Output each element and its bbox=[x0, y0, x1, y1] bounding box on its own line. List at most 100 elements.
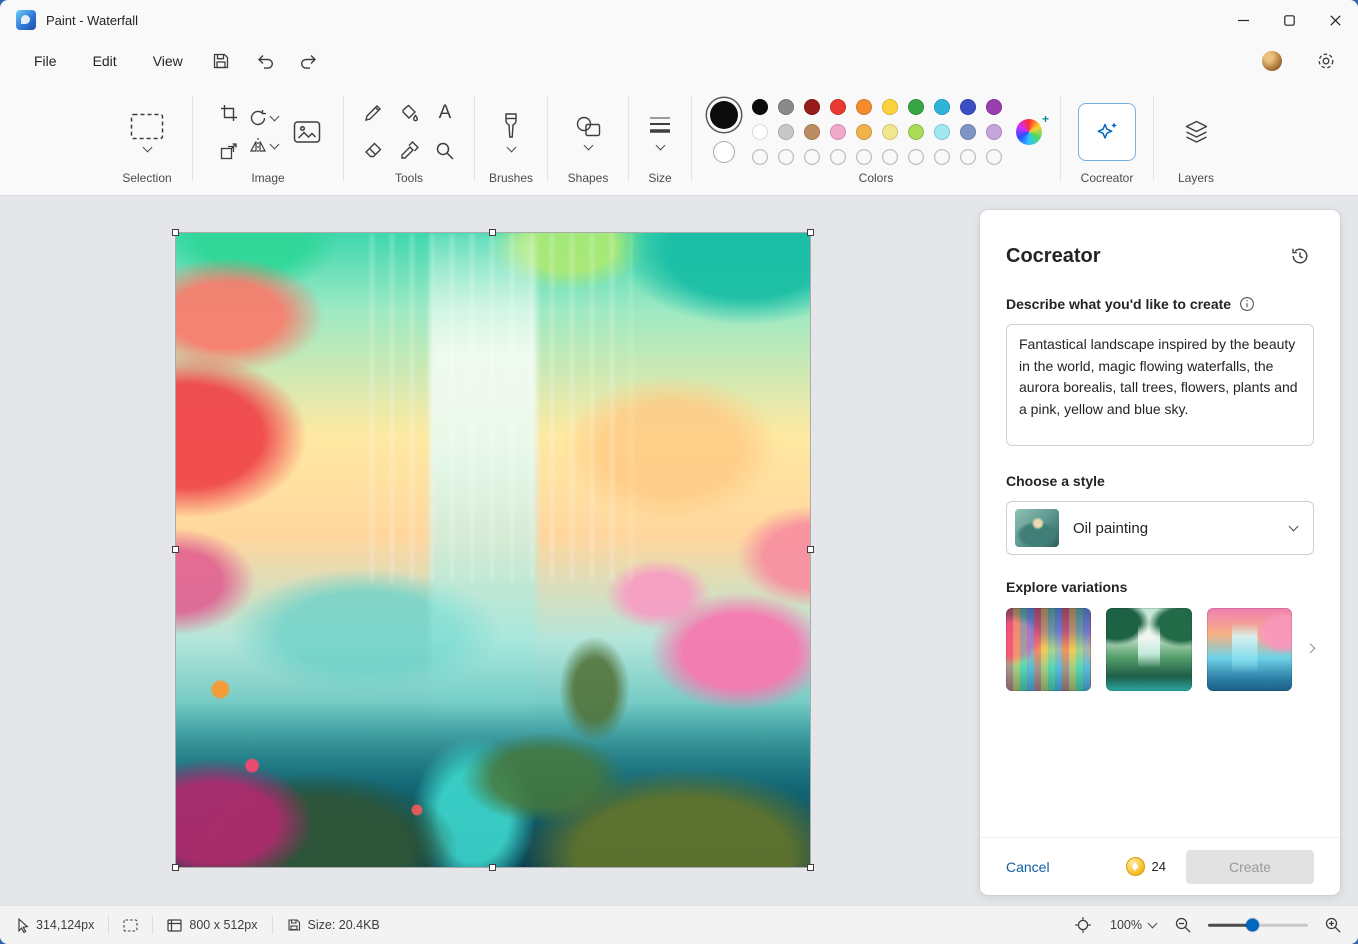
color-swatch[interactable] bbox=[908, 124, 924, 140]
zoom-dropdown-chevron-icon bbox=[1148, 919, 1158, 929]
selection-handle[interactable] bbox=[807, 229, 814, 236]
variations-next-icon[interactable] bbox=[1306, 643, 1316, 653]
style-dropdown[interactable]: Oil painting bbox=[1006, 501, 1314, 555]
zoom-level-dropdown[interactable]: 100% bbox=[1110, 918, 1156, 932]
color-swatch[interactable] bbox=[934, 124, 950, 140]
canvas-size-icon bbox=[167, 919, 182, 932]
variation-thumbnail-2[interactable] bbox=[1106, 608, 1191, 691]
color-swatch[interactable] bbox=[830, 99, 846, 115]
text-tool-icon[interactable]: A bbox=[431, 99, 459, 127]
ribbon-section-layers: Layers bbox=[1154, 82, 1238, 195]
fill-tool-icon[interactable] bbox=[395, 99, 423, 127]
prompt-input[interactable]: Fantastical landscape inspired by the be… bbox=[1006, 324, 1314, 446]
menu-file[interactable]: File bbox=[22, 47, 69, 75]
empty-color-slot[interactable] bbox=[752, 149, 768, 165]
zoom-slider[interactable] bbox=[1208, 915, 1308, 935]
rotate-dropdown-chevron-icon[interactable] bbox=[269, 111, 279, 121]
zoom-slider-thumb[interactable] bbox=[1246, 919, 1259, 932]
size-button[interactable] bbox=[648, 114, 672, 149]
brushes-label: Brushes bbox=[489, 171, 533, 187]
style-selected-value: Oil painting bbox=[1073, 520, 1148, 537]
selection-tool-button[interactable] bbox=[130, 113, 164, 151]
magnifier-tool-icon[interactable] bbox=[431, 137, 459, 165]
shapes-label: Shapes bbox=[568, 171, 609, 187]
create-button[interactable]: Create bbox=[1186, 850, 1314, 884]
color-swatch[interactable] bbox=[752, 99, 768, 115]
empty-color-slot[interactable] bbox=[986, 149, 1002, 165]
size-dropdown-chevron-icon[interactable] bbox=[655, 141, 665, 151]
color-swatch[interactable] bbox=[830, 124, 846, 140]
color-swatch[interactable] bbox=[960, 124, 976, 140]
empty-color-slot[interactable] bbox=[856, 149, 872, 165]
color-swatch[interactable] bbox=[934, 99, 950, 115]
primary-color-well[interactable] bbox=[710, 101, 738, 129]
color-swatch[interactable] bbox=[882, 99, 898, 115]
flip-dropdown-chevron-icon[interactable] bbox=[269, 139, 279, 149]
cancel-button[interactable]: Cancel bbox=[1006, 859, 1050, 875]
save-icon[interactable] bbox=[203, 45, 239, 77]
shapes-button[interactable] bbox=[575, 115, 602, 149]
menu-edit[interactable]: Edit bbox=[81, 47, 129, 75]
zoom-in-icon[interactable] bbox=[1324, 916, 1342, 934]
color-swatch[interactable] bbox=[778, 124, 794, 140]
selection-handle[interactable] bbox=[172, 864, 179, 871]
pencil-tool-icon[interactable] bbox=[359, 99, 387, 127]
colors-label: Colors bbox=[859, 171, 894, 187]
zoom-out-icon[interactable] bbox=[1174, 916, 1192, 934]
selection-handle[interactable] bbox=[172, 229, 179, 236]
color-swatch[interactable] bbox=[804, 124, 820, 140]
cocreator-button[interactable] bbox=[1078, 103, 1136, 161]
variation-thumbnail-3[interactable] bbox=[1207, 608, 1292, 691]
menu-view[interactable]: View bbox=[141, 47, 195, 75]
empty-color-slot[interactable] bbox=[882, 149, 898, 165]
crop-icon[interactable] bbox=[215, 99, 243, 127]
selection-handle[interactable] bbox=[807, 546, 814, 553]
canvas-artwork[interactable] bbox=[176, 233, 810, 867]
color-swatch[interactable] bbox=[882, 124, 898, 140]
zoom-fit-icon[interactable] bbox=[1074, 916, 1092, 934]
color-picker-tool-icon[interactable] bbox=[395, 137, 423, 165]
color-swatch[interactable] bbox=[960, 99, 976, 115]
color-swatch[interactable] bbox=[778, 99, 794, 115]
shapes-dropdown-chevron-icon[interactable] bbox=[583, 140, 593, 150]
redo-icon[interactable] bbox=[291, 45, 327, 77]
empty-color-slot[interactable] bbox=[934, 149, 950, 165]
layers-icon[interactable] bbox=[1182, 118, 1210, 146]
minimize-button[interactable] bbox=[1220, 0, 1266, 40]
color-swatch[interactable] bbox=[986, 99, 1002, 115]
secondary-color-well[interactable] bbox=[713, 141, 735, 163]
empty-color-slot[interactable] bbox=[778, 149, 794, 165]
history-icon[interactable] bbox=[1286, 242, 1314, 270]
empty-color-slot[interactable] bbox=[908, 149, 924, 165]
brushes-dropdown-chevron-icon[interactable] bbox=[506, 143, 516, 153]
color-swatch[interactable] bbox=[856, 99, 872, 115]
selection-handle[interactable] bbox=[807, 864, 814, 871]
color-wheel-icon[interactable] bbox=[1016, 119, 1042, 145]
rotate-icon[interactable] bbox=[249, 109, 278, 127]
selection-handle[interactable] bbox=[172, 546, 179, 553]
undo-icon[interactable] bbox=[247, 45, 283, 77]
flip-icon[interactable] bbox=[249, 137, 278, 155]
color-swatch[interactable] bbox=[752, 124, 768, 140]
settings-gear-icon[interactable] bbox=[1308, 45, 1344, 77]
tools-label: Tools bbox=[395, 171, 423, 187]
maximize-button[interactable] bbox=[1266, 0, 1312, 40]
color-swatch[interactable] bbox=[908, 99, 924, 115]
selection-handle[interactable] bbox=[489, 229, 496, 236]
empty-color-slot[interactable] bbox=[804, 149, 820, 165]
info-icon[interactable] bbox=[1239, 296, 1255, 312]
color-swatch[interactable] bbox=[804, 99, 820, 115]
variation-thumbnail-1[interactable] bbox=[1006, 608, 1091, 691]
picture-icon[interactable] bbox=[292, 118, 322, 146]
resize-icon[interactable] bbox=[215, 137, 243, 165]
close-button[interactable] bbox=[1312, 0, 1358, 40]
brushes-button[interactable] bbox=[501, 112, 521, 151]
empty-color-slot[interactable] bbox=[830, 149, 846, 165]
color-swatch[interactable] bbox=[856, 124, 872, 140]
color-swatch[interactable] bbox=[986, 124, 1002, 140]
eraser-tool-icon[interactable] bbox=[359, 137, 387, 165]
selection-dropdown-chevron-icon[interactable] bbox=[142, 142, 152, 152]
empty-color-slot[interactable] bbox=[960, 149, 976, 165]
account-avatar[interactable] bbox=[1262, 51, 1282, 71]
selection-handle[interactable] bbox=[489, 864, 496, 871]
